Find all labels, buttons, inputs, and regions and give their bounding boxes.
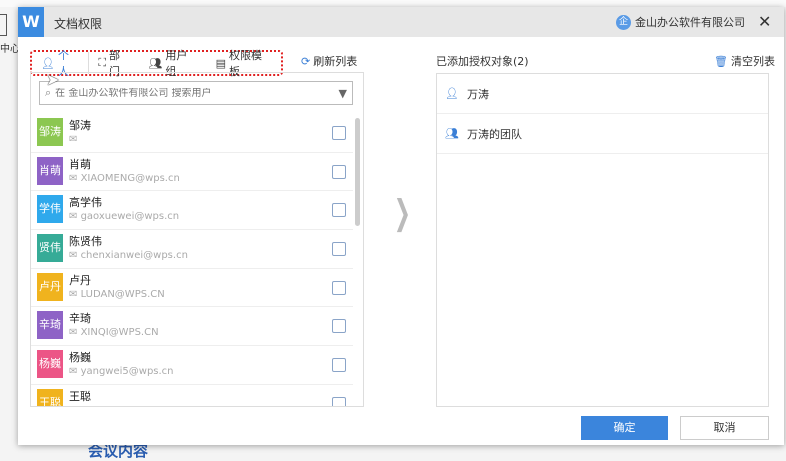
background-label: 中心	[0, 44, 20, 55]
title-bar: W 文档权限 企 金山办公软件有限公司 ✕	[18, 7, 784, 37]
user-row[interactable]: 肖萌 肖萌 ✉ XIAOMENG@wps.cn	[31, 153, 353, 192]
user-row[interactable]: 贤伟 陈贤伟 ✉ chenxianwei@wps.cn	[31, 230, 353, 269]
user-checkbox[interactable]	[332, 396, 346, 406]
company-name: 金山办公软件有限公司	[635, 16, 745, 29]
user-email: ✉ XINQI@WPS.CN	[69, 327, 159, 338]
person-icon: 👤︎	[41, 56, 55, 70]
avatar: 杨巍	[37, 350, 63, 379]
user-list-panel: ⌕ ▼ 邹涛 邹涛 ✉ 肖萌 肖萌 ✉ XIAOMENG@wps.cn 学伟 高…	[30, 72, 364, 407]
user-email: ✉	[69, 134, 77, 145]
cancel-button[interactable]: 取消	[680, 416, 769, 440]
tab-template[interactable]: ▤ 权限模板	[207, 49, 281, 78]
user-name: 杨巍	[69, 351, 91, 365]
user-checkbox[interactable]	[332, 126, 346, 140]
user-name: 邹涛	[69, 119, 91, 132]
group-icon: 👥︎	[148, 56, 163, 70]
avatar: 贤伟	[37, 234, 63, 263]
added-list: 👤︎ 万涛 👥︎ 万涛的团队	[436, 73, 769, 407]
user-list: 邹涛 邹涛 ✉ 肖萌 肖萌 ✉ XIAOMENG@wps.cn 学伟 高学伟 ✉…	[31, 114, 353, 406]
mail-icon: ✉	[69, 211, 81, 223]
user-row[interactable]: 卢丹 卢丹 ✉ LUDAN@WPS.CN	[31, 269, 353, 308]
user-name: 辛琦	[69, 312, 91, 326]
user-email: ✉ XIAOMENG@wps.cn	[69, 173, 180, 184]
avatar: 肖萌	[37, 156, 63, 185]
user-checkbox[interactable]	[332, 358, 346, 373]
user-name: 陈贤伟	[69, 235, 102, 249]
email-text: chenxianwei@wps.cn	[80, 250, 188, 262]
email-text: XIAOMENG@wps.cn	[80, 172, 180, 184]
email-text: yangwei5@wps.cn	[80, 366, 174, 378]
org-icon: ⛶	[98, 56, 107, 69]
mail-icon: ✉	[69, 288, 81, 300]
user-email: ✉ WANGCONG@WPS.CN	[69, 405, 192, 406]
user-email: ✉ gaoxuewei@wps.cn	[69, 211, 179, 222]
wps-logo-icon: W	[18, 7, 44, 37]
email-text: XINQI@WPS.CN	[80, 327, 159, 339]
clear-list-button[interactable]: 🗑︎ 清空列表	[714, 53, 775, 69]
user-email: ✉ chenxianwei@wps.cn	[69, 250, 188, 261]
avatar: 辛琦	[37, 311, 63, 340]
user-checkbox[interactable]	[332, 280, 346, 295]
scrollbar[interactable]	[355, 118, 360, 226]
chevron-right-icon: ❯	[393, 193, 411, 233]
tab-department[interactable]: ⛶ 部门	[89, 49, 139, 78]
user-email: ✉ yangwei5@wps.cn	[69, 366, 174, 377]
mail-icon: ✉	[69, 405, 81, 406]
search-input[interactable]	[51, 87, 339, 99]
clear-label: 清空列表	[730, 55, 775, 68]
mail-icon: ✉	[69, 134, 78, 145]
avatar: 邹涛	[37, 118, 63, 146]
refresh-icon: ⟳	[301, 54, 311, 68]
mail-icon: ✉	[69, 366, 81, 378]
user-name: 高学伟	[69, 196, 102, 210]
added-label: 已添加授权对象(2)	[436, 55, 529, 68]
template-icon: ▤	[215, 56, 226, 70]
permission-dialog: W 文档权限 企 金山办公软件有限公司 ✕ 👤︎ 个人 ⛶ 部门 👥︎ 用户组 ▤ 权限…	[18, 7, 784, 445]
user-row[interactable]: 邹涛 邹涛 ✉	[31, 114, 353, 153]
dialog-title: 文档权限	[54, 17, 103, 31]
refresh-list-button[interactable]: ⟳ 刷新列表	[301, 53, 357, 69]
background-top	[0, 0, 786, 7]
user-checkbox[interactable]	[332, 242, 346, 257]
mail-icon: ✉	[69, 327, 81, 339]
added-item-name: 万涛	[466, 87, 489, 101]
company-indicator: 企 金山办公软件有限公司	[616, 14, 745, 30]
avatar: 王聪	[37, 388, 63, 406]
avatar: 学伟	[37, 195, 63, 224]
mail-icon: ✉	[69, 250, 81, 262]
ok-button[interactable]: 确定	[581, 416, 668, 440]
user-email: ✉ LUDAN@WPS.CN	[69, 289, 165, 300]
tab-user-group[interactable]: 👥︎ 用户组	[139, 49, 206, 78]
user-row[interactable]: 辛琦 辛琦 ✉ XINQI@WPS.CN	[31, 307, 353, 347]
close-button[interactable]: ✕	[758, 12, 771, 31]
company-icon: 企	[616, 14, 631, 30]
user-row[interactable]: 学伟 高学伟 ✉ gaoxuewei@wps.cn	[31, 191, 353, 231]
mouse-cursor-icon: ➤	[46, 70, 60, 89]
user-checkbox[interactable]	[332, 164, 346, 179]
filter-icon[interactable]: ▼	[339, 87, 352, 100]
user-checkbox[interactable]	[332, 203, 346, 218]
tab-person[interactable]: 👤︎ 个人	[32, 49, 90, 78]
user-name: 王聪	[69, 389, 91, 403]
added-item[interactable]: 👥︎ 万涛的团队	[437, 114, 768, 154]
user-name: 卢丹	[69, 273, 91, 287]
background-icon	[0, 14, 7, 36]
search-box: ⌕ ▼	[39, 81, 353, 105]
group-icon: 👥︎	[445, 127, 459, 140]
avatar: 卢丹	[37, 272, 63, 301]
refresh-label: 刷新列表	[313, 55, 358, 68]
email-text: gaoxuewei@wps.cn	[80, 211, 180, 223]
person-icon: 👤︎	[445, 87, 459, 100]
email-text: LUDAN@WPS.CN	[80, 288, 165, 300]
user-name: 肖萌	[69, 157, 91, 171]
added-item[interactable]: 👤︎ 万涛	[437, 74, 768, 114]
added-item-name: 万涛的团队	[466, 127, 522, 141]
user-row[interactable]: 杨巍 杨巍 ✉ yangwei5@wps.cn	[31, 346, 353, 385]
mail-icon: ✉	[69, 172, 81, 184]
email-text: WANGCONG@WPS.CN	[81, 405, 192, 406]
user-row[interactable]: 王聪 王聪 ✉ WANGCONG@WPS.CN	[31, 385, 353, 406]
user-checkbox[interactable]	[332, 319, 346, 334]
trash-icon: 🗑︎	[714, 54, 728, 68]
